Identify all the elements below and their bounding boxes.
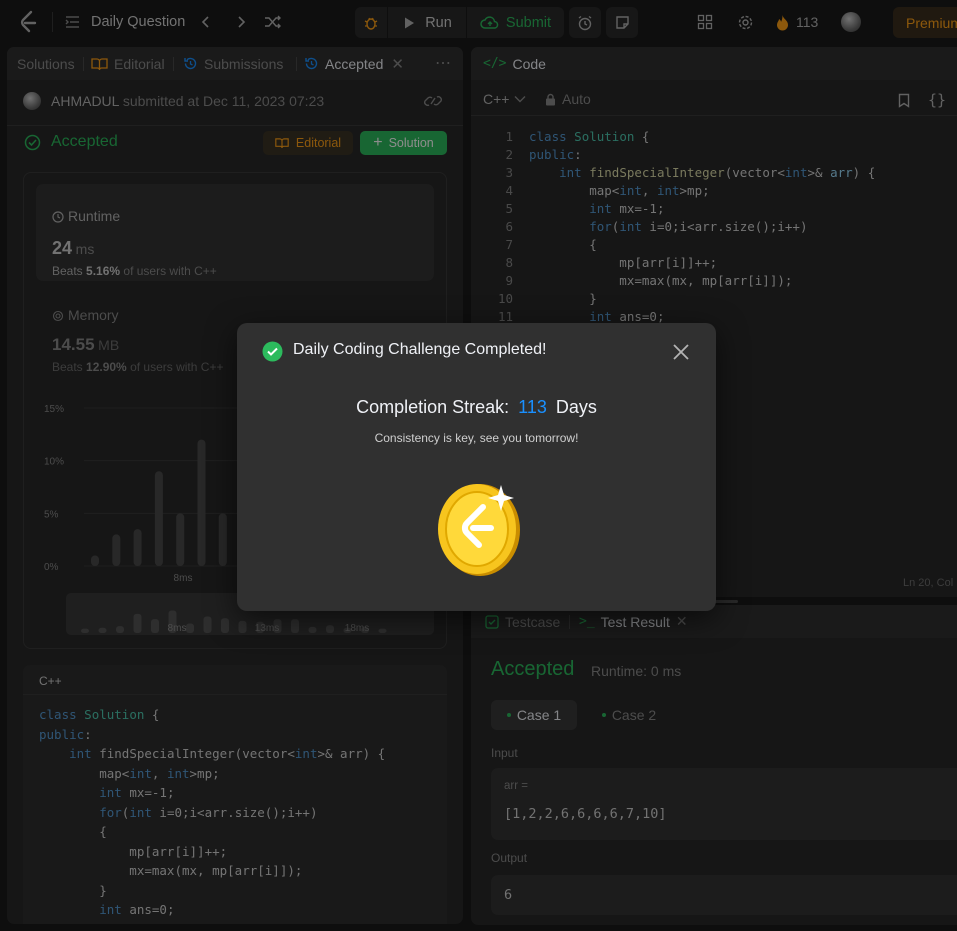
streak-prefix: Completion Streak: [356,397,510,417]
daily-challenge-modal: Daily Coding Challenge Completed! Comple… [237,323,716,611]
check-circle-icon [262,341,283,362]
close-icon[interactable] [672,343,690,361]
streak-value: 113 [518,397,547,417]
modal-title: Daily Coding Challenge Completed! [293,341,547,358]
modal-message: Consistency is key, see you tomorrow! [374,431,579,445]
leetcode-coin-icon [438,484,520,576]
streak-suffix: Days [555,397,597,417]
streak-line: Completion Streak: 113 Days [237,397,716,418]
